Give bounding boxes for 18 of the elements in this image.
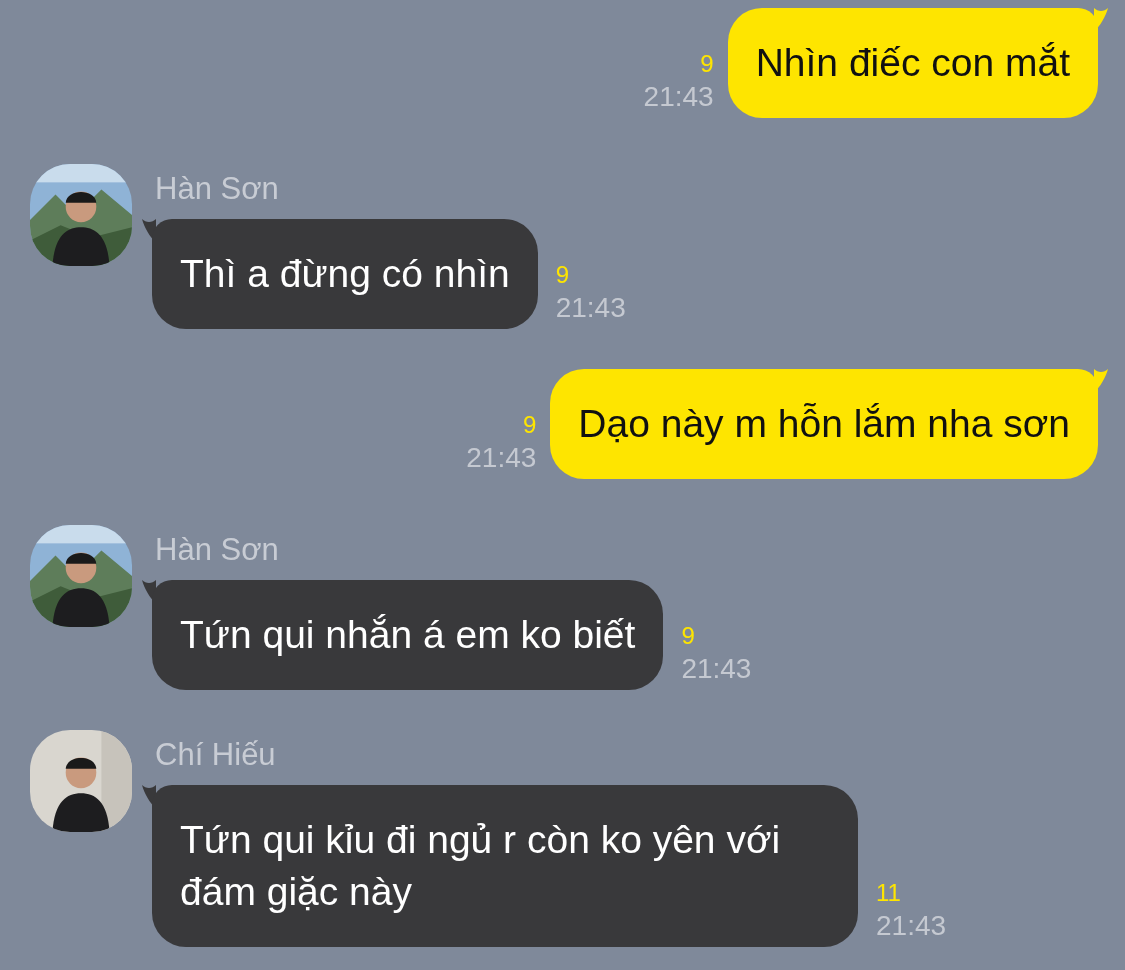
sender-name: Hàn Sơn [155,531,280,569]
unread-count: 9 [522,410,537,440]
message-bubble: Tứn qui nhắn á em ko biết [152,580,664,690]
sender-name: Hàn Sơn [155,170,280,208]
sender-name: Chí Hiếu [155,736,277,774]
message-time: 21:43 [876,909,947,943]
message-bubble: Thì a đừng có nhìn [152,219,538,329]
unread-count: 9 [555,260,569,290]
message-time: 21:43 [681,652,752,686]
unread-count: 9 [700,49,714,79]
message-time: 21:43 [466,441,537,475]
message-bubble: Dạo này m hỗn lắm nha sơn [550,369,1098,479]
message-time: 21:43 [643,80,714,114]
unread-count: 11 [876,878,901,908]
message-bubble: Nhìn điếc con mắt [727,8,1098,118]
message-bubble: Tứn qui kỉu đi ngủ r còn ko yên với đám giặc này [152,785,858,947]
message-time: 21:43 [555,291,626,325]
unread-count: 9 [681,621,695,651]
